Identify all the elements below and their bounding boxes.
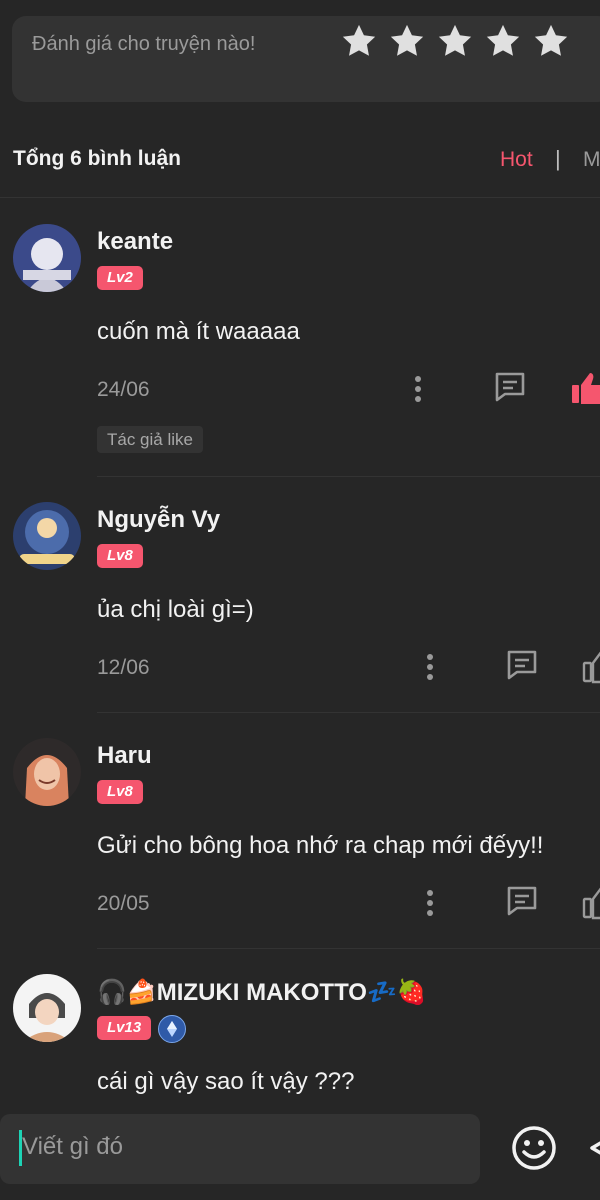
more-options-icon[interactable] <box>422 888 438 918</box>
username[interactable]: Haru <box>97 742 152 770</box>
star-icon-3[interactable] <box>436 22 474 60</box>
comment-date: 12/06 <box>97 656 150 679</box>
reply-icon[interactable] <box>505 884 539 918</box>
username[interactable]: Nguyễn Vy <box>97 506 220 534</box>
emoji-icon[interactable] <box>510 1124 558 1172</box>
sort-separator: | <box>555 146 561 171</box>
comment-divider <box>97 948 600 949</box>
author-like-badge: Tác giả like <box>97 426 203 453</box>
comment-count-title: Tổng 6 bình luận <box>13 147 181 170</box>
comment-date: 24/06 <box>97 378 150 401</box>
username[interactable]: 🎧🍰MIZUKI MAKOTTO💤🍓 <box>97 978 427 1007</box>
level-badge: Lv13 <box>97 1016 152 1040</box>
send-icon[interactable] <box>588 1128 600 1168</box>
avatar[interactable] <box>13 502 81 570</box>
comment-date: 20/05 <box>97 892 150 915</box>
comment-text: ủa chị loài gì=) <box>97 596 254 623</box>
avatar[interactable] <box>13 224 81 292</box>
more-options-icon[interactable] <box>422 652 438 682</box>
reply-icon[interactable] <box>505 648 539 682</box>
rating-prompt: Đánh giá cho truyện nào! <box>32 33 256 55</box>
more-options-icon[interactable] <box>410 374 426 404</box>
like-icon[interactable] <box>570 370 600 406</box>
like-icon[interactable] <box>582 648 600 684</box>
level-badge: Lv8 <box>97 544 143 568</box>
comment-divider <box>97 476 600 477</box>
like-icon[interactable] <box>582 884 600 920</box>
sort-new-tab[interactable]: M <box>583 148 600 172</box>
sort-hot-tab[interactable]: Hot <box>500 148 533 172</box>
reply-icon[interactable] <box>493 370 527 404</box>
username[interactable]: keante <box>97 228 173 256</box>
avatar[interactable] <box>13 974 81 1042</box>
level-badge: Lv8 <box>97 780 143 804</box>
level-badge: Lv2 <box>97 266 143 290</box>
star-icon-2[interactable] <box>388 22 426 60</box>
comment-text: Gửi cho bông hoa nhớ ra chap mới đếyy!! <box>97 832 544 859</box>
star-icon-1[interactable] <box>340 22 378 60</box>
header-divider <box>0 197 600 198</box>
crystal-badge-icon <box>158 1015 186 1043</box>
star-icon-4[interactable] <box>484 22 522 60</box>
comment-divider <box>97 712 600 713</box>
star-icon-5[interactable] <box>532 22 570 60</box>
comment-text: cái gì vậy sao ít vậy ??? <box>97 1068 355 1095</box>
rating-stars <box>340 22 570 60</box>
comment-input-placeholder: Viết gì đó <box>22 1133 123 1160</box>
avatar[interactable] <box>13 738 81 806</box>
comment-text: cuốn mà ít waaaaa <box>97 318 300 345</box>
